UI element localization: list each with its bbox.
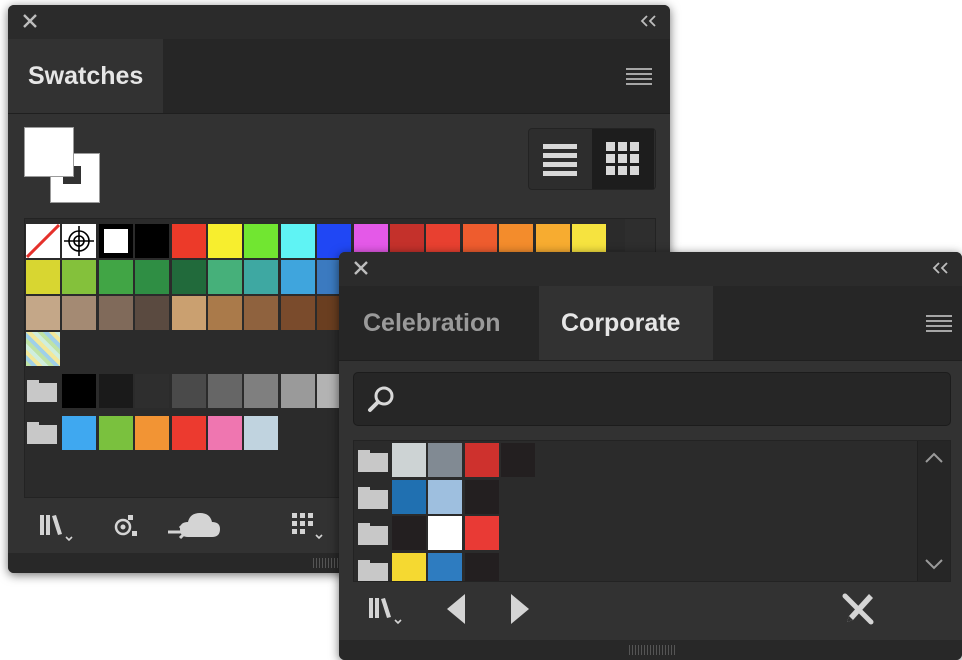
color-swatch[interactable] (464, 479, 499, 514)
color-swatch[interactable] (171, 296, 206, 330)
color-swatch[interactable] (392, 516, 426, 550)
color-swatch[interactable] (208, 374, 242, 408)
color-swatch[interactable] (501, 443, 536, 477)
swatch-none[interactable] (25, 223, 61, 259)
color-swatch[interactable] (135, 260, 170, 294)
color-swatch[interactable] (244, 260, 279, 294)
color-swatch[interactable] (208, 224, 242, 258)
swatch-libraries-icon[interactable] (365, 594, 409, 626)
color-swatch[interactable] (244, 224, 279, 258)
panel-menu-icon[interactable] (926, 314, 952, 332)
color-swatch[interactable] (135, 296, 170, 330)
close-icon[interactable] (20, 11, 40, 31)
swatch-registration[interactable] (62, 224, 97, 258)
color-swatch[interactable] (428, 552, 463, 581)
color-swatch[interactable] (62, 260, 97, 294)
swatch-library-panel: Celebration Corporate (339, 252, 962, 660)
color-swatch[interactable] (26, 296, 60, 330)
swatch-group-folder-icon[interactable] (358, 450, 388, 472)
color-swatch[interactable] (428, 443, 463, 477)
list-view-icon (543, 144, 577, 176)
collapse-icon[interactable] (638, 12, 660, 30)
color-swatch[interactable] (171, 260, 206, 294)
color-swatch[interactable] (135, 224, 170, 258)
tab-corporate[interactable]: Corporate (539, 286, 713, 360)
fill-swatch[interactable] (24, 127, 74, 177)
color-swatch[interactable] (98, 416, 133, 450)
color-swatch[interactable] (98, 374, 133, 408)
add-to-library-icon[interactable] (168, 507, 224, 543)
color-swatch[interactable] (62, 296, 97, 330)
color-swatch[interactable] (392, 552, 426, 581)
swatch-group-folder-icon[interactable] (358, 523, 388, 545)
swatch-libraries-icon[interactable] (38, 511, 78, 543)
color-swatch[interactable] (98, 296, 133, 330)
grid-view-icon (606, 142, 639, 175)
swatch-group-folder-icon[interactable] (358, 486, 388, 509)
library-swatch-list (353, 440, 951, 582)
color-swatch[interactable] (280, 260, 315, 294)
color-swatch[interactable] (208, 296, 242, 330)
search-icon (368, 386, 394, 412)
resize-grip[interactable] (629, 645, 675, 655)
view-toggle (528, 128, 656, 190)
color-swatch[interactable] (464, 516, 499, 550)
color-swatch[interactable] (208, 260, 242, 294)
color-swatch[interactable] (171, 224, 206, 258)
next-library-icon[interactable] (507, 592, 533, 626)
grid-view-button[interactable] (592, 129, 654, 189)
color-swatch[interactable] (280, 224, 315, 258)
color-swatch[interactable] (98, 260, 133, 294)
swatch-group-folder-icon[interactable] (27, 422, 57, 444)
previous-library-icon[interactable] (443, 592, 469, 626)
color-swatch[interactable] (280, 296, 315, 330)
library-bottom-bar (339, 640, 962, 660)
color-swatch[interactable] (392, 479, 426, 514)
color-swatch[interactable] (135, 416, 170, 450)
swatches-titlebar (8, 5, 670, 39)
color-swatch[interactable] (464, 443, 499, 477)
color-swatch[interactable] (244, 296, 279, 330)
list-view-button[interactable] (529, 129, 591, 189)
chevron-down-icon[interactable] (924, 557, 944, 571)
swatch-white[interactable] (98, 224, 133, 258)
show-swatch-kinds-icon[interactable] (110, 511, 142, 543)
color-swatch[interactable] (62, 416, 97, 450)
swatch-options-icon[interactable] (290, 511, 330, 543)
library-tab-row: Celebration Corporate (339, 286, 962, 361)
color-swatch[interactable] (428, 479, 463, 514)
color-swatch[interactable] (208, 416, 242, 450)
color-swatch[interactable] (171, 416, 206, 450)
swatch-grid-scrollbar[interactable] (625, 219, 655, 255)
chevron-up-icon[interactable] (924, 451, 944, 465)
edit-swatches-icon[interactable] (839, 590, 879, 628)
color-swatch[interactable] (244, 416, 279, 450)
color-swatch[interactable] (244, 374, 279, 408)
panel-menu-icon[interactable] (626, 67, 652, 85)
search-field[interactable] (353, 372, 951, 426)
swatch-pattern[interactable] (26, 332, 60, 366)
collapse-icon[interactable] (930, 259, 952, 277)
color-swatch[interactable] (428, 516, 463, 550)
color-swatch[interactable] (62, 374, 97, 408)
swatch-group-folder-icon[interactable] (358, 559, 388, 581)
swatches-tab-row: Swatches (8, 39, 670, 114)
color-swatch[interactable] (392, 443, 426, 477)
tab-celebration[interactable]: Celebration (343, 286, 523, 360)
color-swatch[interactable] (135, 374, 170, 408)
library-titlebar (339, 252, 962, 286)
search-input[interactable] (404, 381, 938, 417)
swatch-group-folder-icon[interactable] (27, 380, 57, 402)
tab-swatches[interactable]: Swatches (8, 39, 164, 113)
scrollbar[interactable] (917, 441, 950, 581)
color-swatch[interactable] (171, 374, 206, 408)
color-swatch[interactable] (280, 374, 315, 408)
fill-stroke-indicator[interactable] (24, 127, 104, 207)
color-swatch[interactable] (26, 260, 60, 294)
close-icon[interactable] (351, 258, 371, 278)
color-swatch[interactable] (464, 552, 499, 581)
